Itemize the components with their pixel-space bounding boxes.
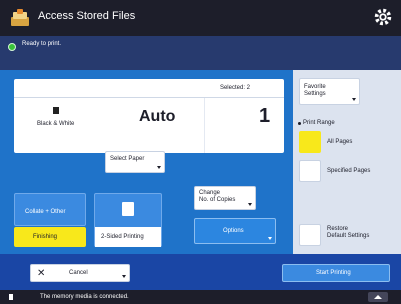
paper-value: Auto xyxy=(139,108,176,125)
two-sided-button[interactable]: 2-Sided Printing xyxy=(94,193,162,247)
black-white-icon xyxy=(53,107,59,114)
start-printing-button[interactable]: Start Printing xyxy=(282,264,390,282)
collate-button[interactable]: Collate + Other xyxy=(14,193,86,226)
memory-media-icon xyxy=(9,294,13,300)
divider xyxy=(204,98,205,153)
all-pages-option[interactable] xyxy=(299,131,321,153)
chevron-down-icon xyxy=(122,275,126,278)
footer-bar: The memory media is connected. xyxy=(0,290,401,304)
change-copies-label-line2: No. of Copies xyxy=(199,197,236,203)
favorite-settings-button[interactable]: Favorite Settings xyxy=(299,78,360,105)
finishing-button[interactable]: Finishing xyxy=(14,227,86,247)
stored-files-icon xyxy=(11,9,29,26)
cancel-button[interactable]: ✕ Cancel xyxy=(30,264,130,282)
expand-up-icon[interactable] xyxy=(368,292,388,302)
copies-value: 1 xyxy=(259,105,271,127)
two-sided-page-icon xyxy=(122,202,134,216)
options-label: Options xyxy=(223,228,244,234)
close-icon: ✕ xyxy=(37,268,46,279)
change-copies-label-line1: Change xyxy=(199,190,221,196)
restore-label-line1: Restore xyxy=(327,226,349,232)
favorite-label-line2: Settings xyxy=(304,91,326,97)
collate-label: Collate + Other xyxy=(25,209,66,215)
color-mode-label: Black & White xyxy=(37,121,75,127)
chevron-down-icon xyxy=(157,166,161,169)
bullet-icon xyxy=(298,122,301,125)
start-printing-label: Start Printing xyxy=(316,270,351,276)
status-text: Ready to print. xyxy=(22,41,62,47)
select-paper-button[interactable]: Select Paper xyxy=(105,151,165,173)
change-copies-button[interactable]: Change No. of Copies xyxy=(194,186,256,210)
chevron-down-icon xyxy=(268,237,272,240)
specified-pages-label: Specified Pages xyxy=(327,168,371,174)
two-sided-label: 2-Sided Printing xyxy=(101,234,144,240)
title-bar: Access Stored Files xyxy=(0,0,401,36)
select-paper-label: Select Paper xyxy=(110,156,145,162)
gear-icon[interactable] xyxy=(372,6,394,28)
chevron-down-icon xyxy=(248,203,252,206)
selected-count: Selected: 2 xyxy=(219,85,250,91)
footer-message: The memory media is connected. xyxy=(40,294,129,300)
restore-label-line2: Default Settings xyxy=(327,233,370,239)
app-title: Access Stored Files xyxy=(38,10,136,22)
restore-defaults-button[interactable] xyxy=(299,224,321,246)
favorite-label-line1: Favorite xyxy=(304,84,326,90)
options-button[interactable]: Options xyxy=(194,218,276,244)
cancel-label: Cancel xyxy=(69,270,88,276)
divider xyxy=(14,97,284,98)
settings-summary-card: Selected: 2 Black & White Auto 1 xyxy=(14,79,284,153)
chevron-down-icon xyxy=(352,98,356,101)
status-ok-icon xyxy=(8,43,16,51)
finishing-label: Finishing xyxy=(33,234,58,240)
all-pages-label: All Pages xyxy=(327,139,353,145)
status-bar: Ready to print. xyxy=(0,36,401,70)
print-range-label: Print Range xyxy=(303,120,335,126)
specified-pages-option[interactable] xyxy=(299,160,321,182)
